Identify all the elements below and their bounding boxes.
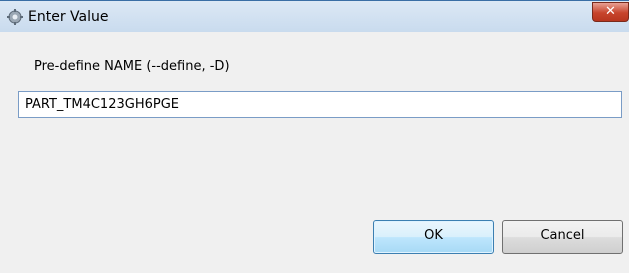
dialog-body: Pre-define NAME (--define, -D) OK Cancel: [0, 32, 629, 273]
ok-button[interactable]: OK: [373, 220, 494, 254]
close-button[interactable]: ✕: [592, 2, 629, 22]
value-input[interactable]: [18, 91, 622, 118]
window-title: Enter Value: [28, 9, 109, 25]
cancel-button[interactable]: Cancel: [502, 220, 623, 254]
enter-value-dialog: Enter Value ✕ Pre-define NAME (--define,…: [0, 0, 629, 273]
prompt-label: Pre-define NAME (--define, -D): [34, 59, 230, 74]
title-bar: Enter Value ✕: [0, 0, 629, 32]
app-gear-icon: [6, 8, 24, 26]
